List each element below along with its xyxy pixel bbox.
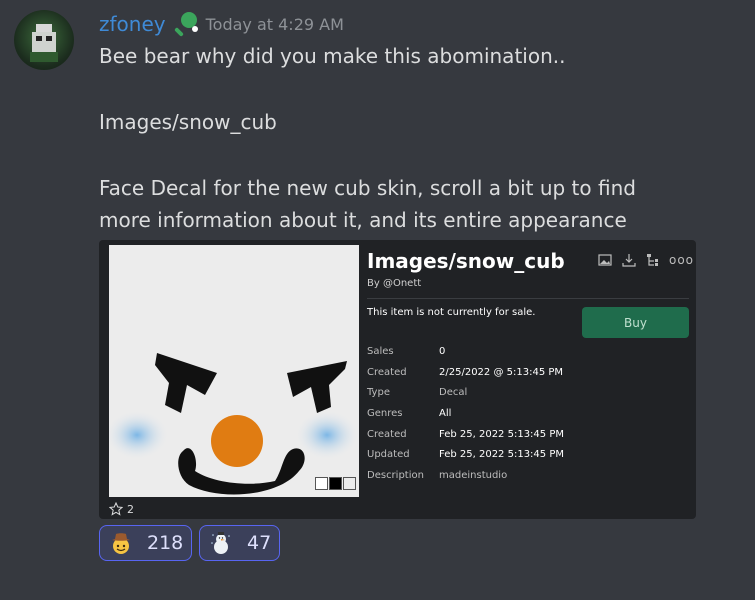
detail-label: Type xyxy=(367,387,390,398)
favorite[interactable]: 2 xyxy=(109,502,134,516)
sale-status: This item is not currently for sale. xyxy=(367,307,536,318)
cowboy-face-icon xyxy=(109,531,133,555)
detail-label: Updated xyxy=(367,449,410,460)
swatch-white[interactable] xyxy=(315,477,328,490)
item-creator[interactable]: By @Onett xyxy=(367,278,421,289)
reaction-count: 218 xyxy=(147,532,184,554)
reaction-cowboy[interactable]: 218 xyxy=(99,525,192,561)
detail-value: Feb 25, 2022 5:13:45 PM xyxy=(439,429,564,440)
avatar[interactable] xyxy=(14,10,74,70)
ping-pong-paddle-icon xyxy=(172,10,200,38)
embedded-image[interactable]: Images/snow_cub By @Onett ooo This item … xyxy=(99,240,696,519)
timestamp: Today at 4:29 AM xyxy=(205,14,344,34)
detail-label: Created xyxy=(367,429,407,440)
download-icon[interactable] xyxy=(621,252,637,268)
favorite-count: 2 xyxy=(127,502,134,516)
image-icon[interactable] xyxy=(597,252,613,268)
decal-image xyxy=(105,245,359,497)
swatch-black[interactable] xyxy=(329,477,342,490)
message-line: Face Decal for the new cub skin, scroll … xyxy=(99,176,636,200)
detail-value: 0 xyxy=(439,346,446,357)
message-line: Bee bear why did you make this abominati… xyxy=(99,44,566,68)
toolbar: ooo xyxy=(597,252,694,268)
divider xyxy=(367,298,689,299)
hierarchy-icon[interactable] xyxy=(645,252,661,268)
swatch-light[interactable] xyxy=(343,477,356,490)
item-title: Images/snow_cub xyxy=(367,249,565,273)
detail-value: madeinstudio xyxy=(439,470,508,481)
detail-label: Genres xyxy=(367,408,403,419)
message-line: more information about it, and its entir… xyxy=(99,208,627,232)
detail-label: Created xyxy=(367,367,407,378)
buy-button[interactable]: Buy xyxy=(582,307,689,338)
message-header: zfoney Today at 4:29 AM xyxy=(99,8,344,40)
star-icon[interactable] xyxy=(109,502,123,516)
more-icon[interactable]: ooo xyxy=(669,253,694,267)
detail-label: Sales xyxy=(367,346,394,357)
username[interactable]: zfoney xyxy=(99,12,166,36)
detail-value: Decal xyxy=(439,387,468,398)
reaction-count: 47 xyxy=(247,532,272,554)
reaction-snowman[interactable]: 47 xyxy=(199,525,280,561)
detail-label: Description xyxy=(367,470,424,481)
detail-value: 2/25/2022 @ 5:13:45 PM xyxy=(439,367,564,378)
detail-value: Feb 25, 2022 5:13:45 PM xyxy=(439,449,564,460)
message-line: Images/snow_cub xyxy=(99,110,277,134)
background-swatches[interactable] xyxy=(314,477,356,490)
detail-value[interactable]: All xyxy=(439,408,451,419)
snowman-icon xyxy=(209,531,233,555)
